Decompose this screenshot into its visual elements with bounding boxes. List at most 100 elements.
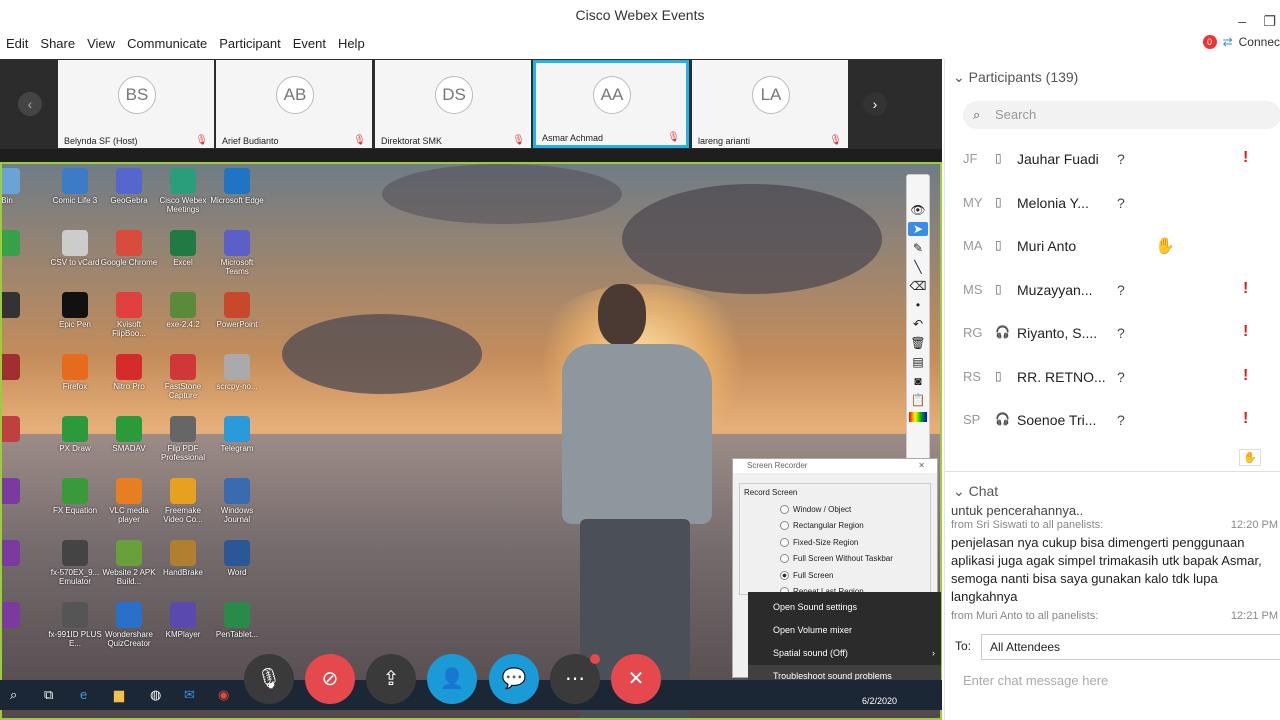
leave-button[interactable]: ✕ [611,654,661,704]
participant-row[interactable]: RS ▯ RR. RETNO...?! [945,357,1280,400]
camera-icon[interactable]: ◙ [914,374,921,388]
desktop-icon[interactable]: Website 2 APK Build... [100,540,158,586]
desktop-icon[interactable]: PX Draw [46,416,104,453]
desktop-icon[interactable]: KMPlayer [154,602,212,639]
video-tile[interactable]: DS Direktorat SMK 🎙 [375,60,531,148]
strip-prev-button[interactable]: ‹ [18,92,42,116]
record-option[interactable]: Rectangular Region [780,518,926,535]
desktop-icon[interactable] [2,602,36,630]
desktop-icon[interactable]: Microsoft Teams [208,230,266,276]
desktop-icon[interactable]: Comic Life 3 [46,168,104,205]
desktop-icon[interactable]: exe-2.4.2 [154,292,212,329]
menu-edit[interactable]: Edit [0,33,34,57]
color-palette-icon[interactable] [909,412,927,422]
desktop-icon[interactable]: Word [208,540,266,577]
desktop-icon[interactable]: GeoGebra [100,168,158,205]
desktop-icon[interactable]: Firefox [46,354,104,391]
desktop-icon[interactable] [2,292,36,320]
app-icon[interactable]: ◍ [150,687,161,703]
desktop-icon[interactable]: Kvisoft FlipBoo... [100,292,158,338]
video-tile[interactable]: LA lareng arianti 🎙 [692,60,848,148]
desktop-icon[interactable]: fx-991ID PLUS E... [46,602,104,648]
menu-open-volume-mixer[interactable]: Open Volume mixer [748,619,941,642]
menu-view[interactable]: View [81,33,121,57]
close-icon[interactable]: ✕ [918,461,925,470]
desktop-icon[interactable] [2,540,36,568]
video-tile[interactable]: AB Arief Budianto 🎙 [216,60,372,148]
menu-spatial-sound[interactable]: Spatial sound (Off) › [748,642,941,665]
chat-button[interactable]: 💬 [489,654,539,704]
video-tile[interactable]: BS Belynda SF (Host) 🎙 [58,60,214,148]
cursor-icon[interactable]: ➤ [908,222,928,236]
mute-button[interactable]: 🎙 [244,654,294,704]
clipboard-icon[interactable]: 📋 [911,393,926,407]
menu-help[interactable]: Help [332,33,371,57]
video-tile-active[interactable]: AA Asmar Achmad 🎙 [533,60,689,148]
recipient-select[interactable]: All Attendees [981,634,1280,660]
desktop-icon[interactable]: Freemake Video Co... [154,478,212,524]
participant-row[interactable]: JF ▯ Jauhar Fuadi?! [945,139,1280,182]
desktop-icon[interactable]: VLC media player [100,478,158,524]
desktop-icon[interactable]: fx-570EX_9... Emulator [46,540,104,586]
participants-header[interactable]: ⌄ Participants (139) [953,69,1078,86]
task-view-icon[interactable]: ⧉ [44,687,53,703]
desktop-icon[interactable]: Google Chrome [100,230,158,267]
desktop-icon[interactable]: PenTablet... [208,602,266,639]
participant-search-input[interactable]: ⌕ Search [963,101,1280,129]
line-tool-icon[interactable]: ╲ [914,260,921,274]
desktop-icon[interactable]: FX Equation [46,478,104,515]
undo-icon[interactable]: ↶ [913,317,923,331]
mail-icon[interactable]: ✉ [184,687,195,703]
participant-row[interactable]: MY ▯ Melonia Y...? [945,183,1280,226]
dot-icon[interactable]: • [916,298,920,312]
chat-input[interactable]: Enter chat message here [963,673,1108,688]
desktop-icon[interactable]: PowerPoint [208,292,266,329]
desktop-icon[interactable] [2,478,36,506]
video-button[interactable]: ⊘ [305,654,355,704]
pen-tool-icon[interactable]: ✎ [913,241,923,255]
participant-row[interactable]: RG 🎧 Riyanto, S....?! [945,313,1280,356]
restore-button[interactable]: ❐ [1263,6,1276,36]
desktop-icon[interactable]: FastStone Capture [154,354,212,400]
desktop-icon[interactable]: Windows Journal [208,478,266,524]
strip-next-button[interactable]: › [863,92,887,116]
menu-communicate[interactable]: Communicate [121,33,213,57]
record-option-selected[interactable]: Full Screen [780,567,926,584]
edge-icon[interactable]: e [80,687,87,702]
desktop-icon[interactable]: Telegram [208,416,266,453]
desktop-icon[interactable]: Excel [154,230,212,267]
desktop-icon[interactable]: Cisco Webex Meetings [154,168,212,214]
participants-button[interactable]: 👤 [427,654,477,704]
connection-status[interactable]: 0 ⇄ Connec [1202,35,1280,49]
participant-row[interactable]: MS ▯ Muzayyan...?! [945,270,1280,313]
desktop-icon[interactable] [2,354,36,382]
record-option[interactable]: Full Screen Without Taskbar [780,551,926,568]
record-option[interactable]: Fixed-Size Region [780,534,926,551]
desktop-icon[interactable]: Nitro Pro [100,354,158,391]
desktop-icon[interactable]: Flip PDF Professional [154,416,212,462]
share-button[interactable]: ⇪ [366,654,416,704]
desktop-icon[interactable]: SMADAV [100,416,158,453]
raise-hand-icon[interactable]: ✋ [1239,449,1261,466]
chrome-icon[interactable]: ◉ [218,687,229,703]
trash-icon[interactable]: 🗑 [910,336,925,350]
desktop-icon[interactable]: Wondershare QuizCreator [100,602,158,648]
chat-header[interactable]: ⌄ Chat [953,483,998,500]
menu-share[interactable]: Share [34,33,81,57]
eye-icon[interactable]: 👁 [910,203,925,217]
record-option[interactable]: Window / Object [780,501,926,518]
menu-open-sound-settings[interactable]: Open Sound settings [748,596,941,619]
desktop-icon[interactable] [2,416,36,444]
eraser-icon[interactable]: ⌫ [910,279,927,293]
desktop-icon[interactable]: CSV to vCard [46,230,104,267]
desktop-icon[interactable]: scrcpy-no... [208,354,266,391]
search-icon[interactable]: ⌕ [10,687,17,703]
participant-row[interactable]: MA ▯ Muri Anto ✋ [945,226,1280,269]
desktop-icon[interactable] [2,230,36,258]
desktop-icon[interactable]: Bin [2,168,36,205]
desktop-icon[interactable]: HandBrake [154,540,212,577]
board-icon[interactable]: ▤ [912,355,923,369]
menu-event[interactable]: Event [287,33,332,57]
folder-icon[interactable]: ▆ [114,687,124,703]
menu-participant[interactable]: Participant [213,33,286,57]
